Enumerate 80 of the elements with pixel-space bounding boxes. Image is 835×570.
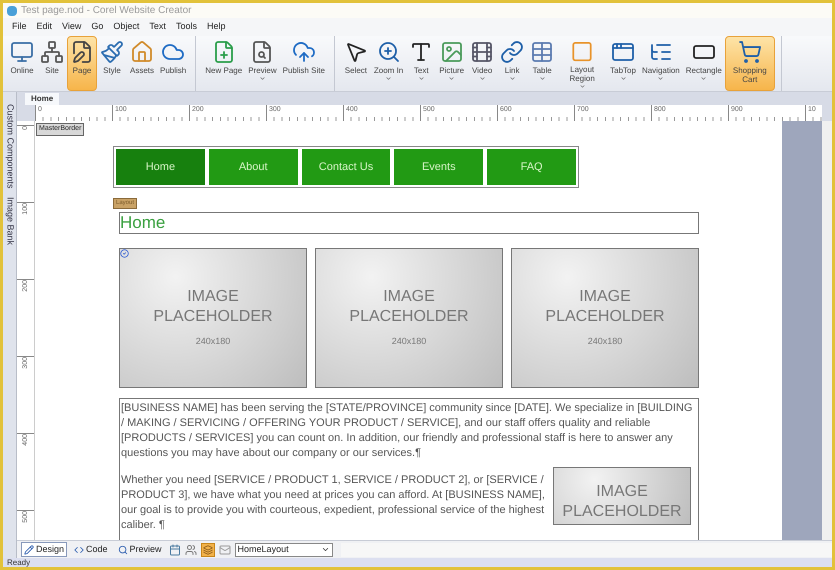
menu-item[interactable]: View [62, 20, 82, 34]
view-tab[interactable]: Design [21, 542, 68, 557]
placeholder-text: PLACEHOLDER [349, 307, 469, 328]
placeholder-text: PLACEHOLDER [545, 307, 665, 328]
menu-item[interactable]: Edit [36, 20, 52, 34]
paragraph: Whether you need [SERVICE / PRODUCT 1, SERVICE / PRODUCT 2], or [SERVICE / PRODUCT 3], we have what you need at prices you can afford. At [BUSINESS NAME], our goal is to provide you with courteous, expedient, professional service of the highest caliber. ¶ [121, 473, 545, 533]
placeholder-text: PLACEHOLDER [153, 307, 273, 328]
menu-item[interactable]: Go [91, 20, 104, 34]
toolbar-button[interactable]: Site [37, 36, 67, 91]
toolbar-button[interactable]: New Page [202, 36, 246, 91]
toolbar-button[interactable]: Publish Site [280, 36, 328, 91]
window-icon [611, 40, 636, 64]
toolbar-button[interactable]: Picture [436, 36, 468, 91]
menu-item[interactable]: Help [206, 20, 226, 34]
side-tab[interactable]: Custom Components [3, 104, 16, 189]
page-heading: Home [120, 212, 166, 234]
menu-item[interactable]: Object [113, 20, 140, 34]
calendar-icon[interactable] [168, 544, 181, 556]
mail-icon[interactable] [218, 544, 231, 556]
toolbar-button[interactable]: Rectangle [682, 36, 725, 91]
paintbrush-icon [100, 40, 124, 64]
toolbar-button[interactable]: Zoom In [370, 36, 406, 91]
layout-dropdown[interactable]: HomeLayout [234, 542, 333, 556]
toolbar-button[interactable]: Assets [127, 36, 158, 91]
toolbar-button[interactable]: Navigation [638, 36, 683, 91]
shopping-cart-icon [738, 40, 762, 64]
status-text: Ready [7, 558, 30, 567]
toolbar-button[interactable]: Select [340, 36, 371, 91]
toolbar-button[interactable]: Layout Region [557, 36, 608, 91]
placeholder-size: 240x180 [196, 335, 230, 348]
toolbar-button[interactable]: Style [97, 36, 127, 91]
toolbar-button[interactable]: Video [467, 36, 498, 91]
toolbar-button[interactable]: Online [7, 36, 37, 91]
placeholder-size: 240x180 [392, 335, 426, 348]
toolbar-button[interactable]: Text [406, 36, 436, 91]
film-icon [470, 40, 494, 64]
monitor-icon [10, 40, 34, 64]
vertical-scrollbar[interactable] [822, 121, 832, 540]
sitemap-icon [40, 40, 64, 64]
table-icon [530, 40, 554, 64]
horizontal-scrollbar[interactable] [340, 542, 832, 556]
nav-button[interactable]: Home [116, 149, 205, 185]
document-tab[interactable]: Home [25, 93, 60, 105]
people-icon[interactable] [184, 544, 197, 556]
toolbar-button[interactable]: Page [67, 36, 97, 91]
check-circle-icon [120, 249, 129, 258]
zoom-in-icon [376, 40, 401, 64]
toolbar-button[interactable]: Preview [245, 36, 280, 91]
toolbar-button[interactable]: Shopping Cart [724, 36, 775, 91]
caret-icon [320, 545, 330, 554]
search-icon [118, 544, 128, 554]
placeholder-text: IMAGE [187, 287, 239, 308]
placeholder-size: 240x180 [588, 335, 622, 348]
menu-item[interactable]: Text [149, 20, 166, 34]
pencil-icon [24, 544, 34, 554]
toolbar-button[interactable]: TabTop [607, 36, 639, 91]
toolbar-button[interactable]: Table [527, 36, 558, 91]
placeholder-text: IMAGE [383, 287, 435, 308]
picture-icon [440, 40, 464, 64]
page-pen-icon [70, 40, 94, 64]
square-icon [570, 40, 594, 64]
toolbar-button[interactable]: Link [497, 36, 528, 91]
menu-item[interactable]: Tools [176, 20, 197, 34]
view-tab[interactable]: Code [71, 542, 111, 557]
placeholder-text: PLACEHOLDER [562, 502, 682, 522]
code-icon [74, 544, 84, 554]
cloud-upload-icon [292, 40, 316, 64]
app-logo-icon [7, 6, 17, 16]
toolbar-button[interactable]: Publish [157, 36, 190, 91]
window-title: Test page.nod - Corel Website Creator [21, 4, 192, 18]
house-icon [130, 40, 154, 64]
placeholder-text: IMAGE [596, 482, 648, 502]
layers-icon [202, 544, 213, 554]
menu-item[interactable]: File [12, 20, 27, 34]
paragraph: [BUSINESS NAME] has been serving the [STATE/PROVINCE] community since [DATE]. We specialize in [BUILDING / MAKING / SERVICING / OFFERING YOUR PRODUCT / SERVICE], and our staff offers quality and reliable [PRODUCTS / SERVICES] you can count on. In addition, our friendly and professional staff is here to answer any questions you may have about our company or our services.¶ [121, 401, 694, 461]
side-tab[interactable]: Image Bank [3, 196, 16, 245]
link-icon [500, 40, 524, 64]
placeholder-text: IMAGE [579, 287, 631, 308]
layers-button[interactable] [200, 542, 215, 556]
view-tab[interactable]: Preview [114, 542, 165, 557]
